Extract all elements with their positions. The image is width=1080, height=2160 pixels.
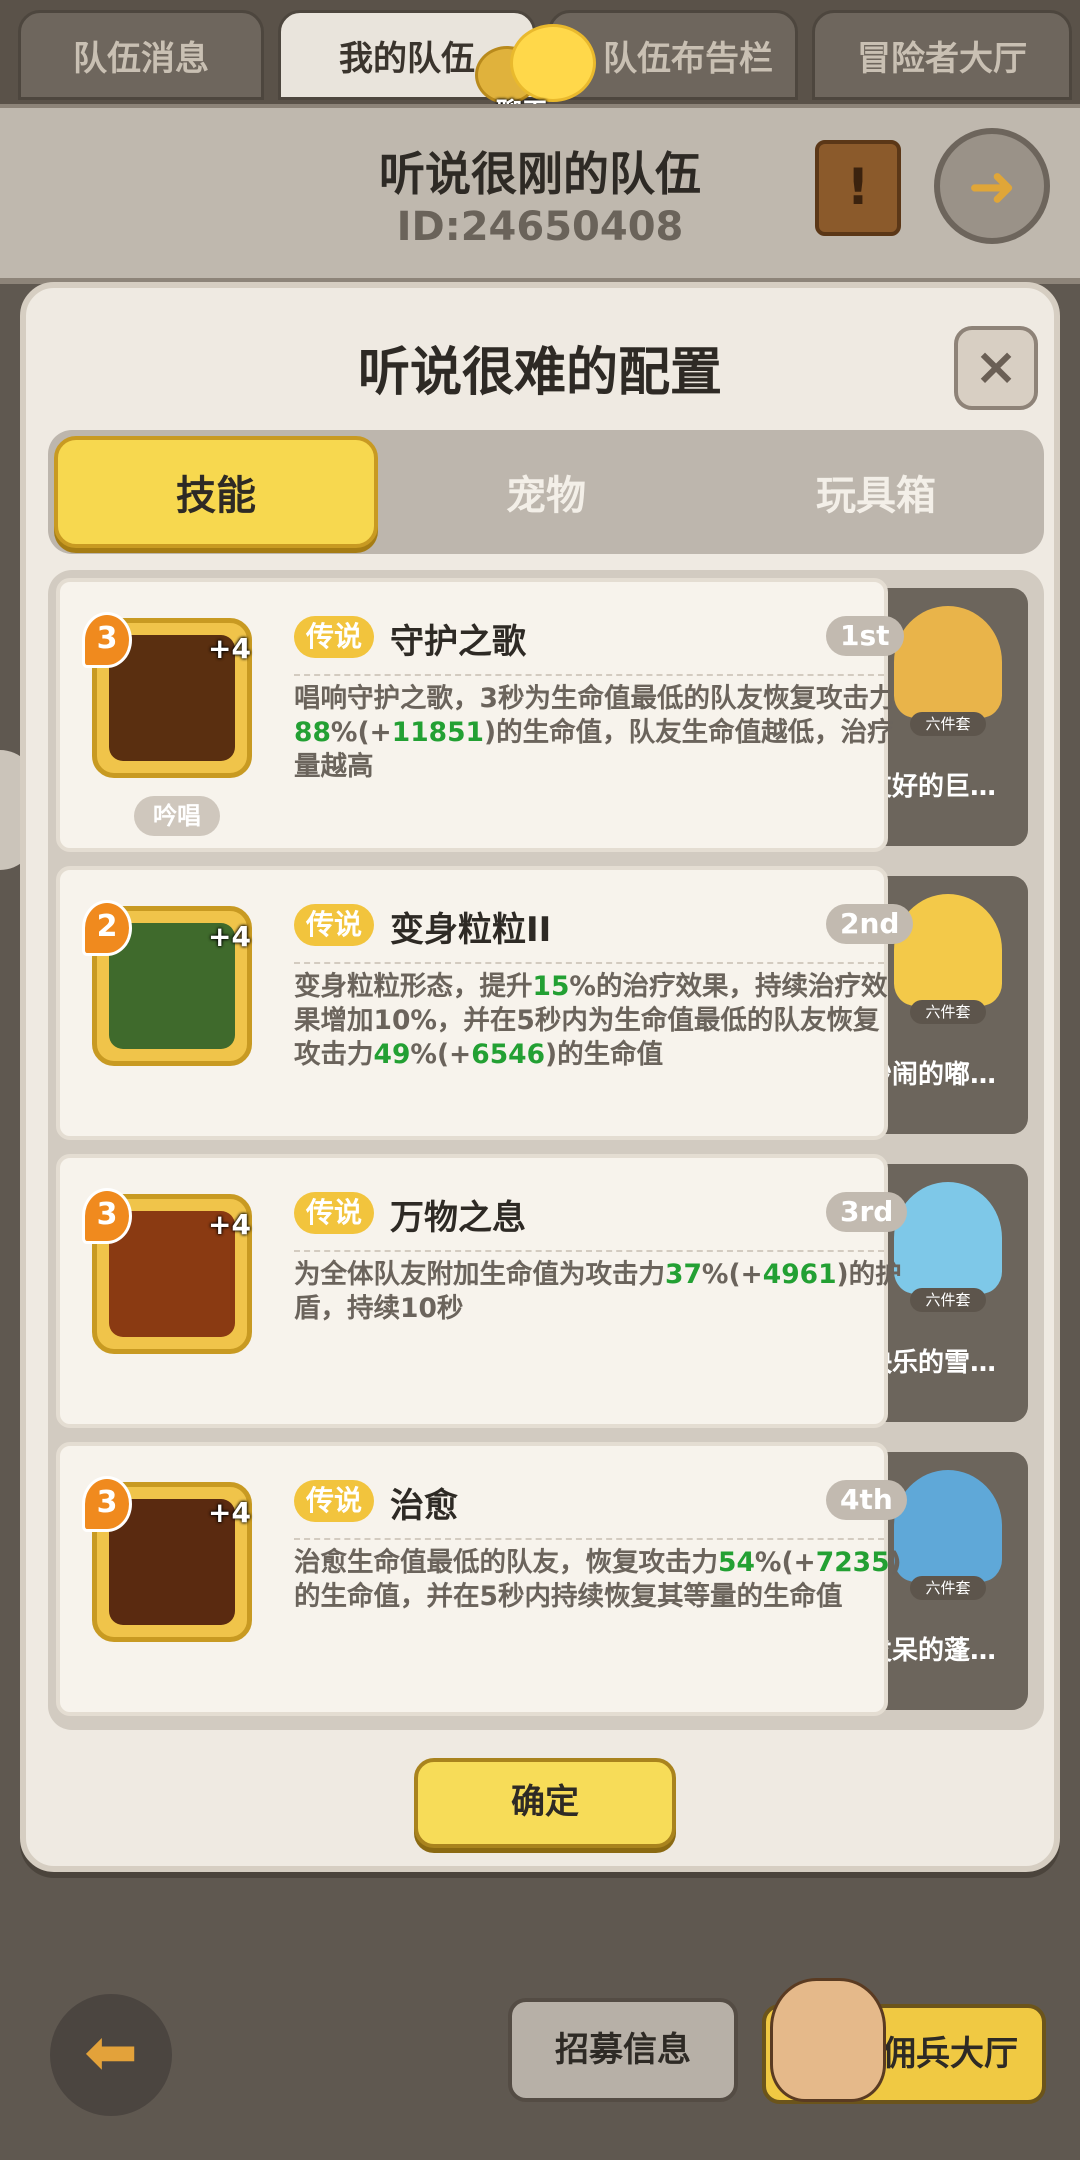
skill-list: 六件套 友好的巨… 3 +4 传说 守护之歌 1st 唱响守护之歌，3秒为生命值…	[48, 570, 1044, 1730]
skill-name: 守护之歌	[390, 622, 526, 662]
skill-description: 治愈生命值最低的队友，恢复攻击力54%(+7235)的生命值，并在5秒内持续恢复…	[294, 1547, 902, 1612]
tab-skills[interactable]: 技能	[54, 436, 378, 548]
skill-level-badge: 3	[82, 1476, 132, 1532]
skill-card: 3 +4 传说 万物之息 3rd 为全体队友附加生命值为攻击力37%(+4961…	[56, 1154, 908, 1428]
config-modal: 听说很难的配置 × 技能 宠物 玩具箱 六件套 友好的巨… 3 +4 传说 守护…	[20, 282, 1060, 1872]
rarity-tag: 传说	[294, 1480, 375, 1522]
skill-name: 万物之息	[390, 1198, 526, 1238]
set-badge: 六件套	[910, 1288, 986, 1312]
rank-badge: 4th	[826, 1480, 907, 1520]
rarity-tag: 传说	[294, 616, 375, 658]
skill-level-badge: 2	[82, 900, 132, 956]
skill-level-badge: 3	[82, 1188, 132, 1244]
skill-card: 3 +4 传说 治愈 4th 治愈生命值最低的队友，恢复攻击力54%(+7235…	[56, 1442, 907, 1716]
tab-adventurer-hall[interactable]: 冒险者大厅	[812, 10, 1072, 100]
back-arrow-icon[interactable]: ⬅	[50, 1994, 172, 2116]
skill-card: 3 +4 传说 守护之歌 1st 唱响守护之歌，3秒为生命值最低的队友恢复攻击力…	[56, 578, 904, 852]
mercenary-avatar	[770, 1978, 886, 2102]
exit-icon[interactable]: ➜	[934, 128, 1050, 244]
skill-bonus: +4	[208, 632, 251, 665]
skill-row[interactable]: 六件套 发呆的蓬… 3 +4 传说 治愈 4th 治愈生命值最低的队友，恢复攻击…	[48, 1434, 1044, 1716]
divider	[294, 1250, 884, 1252]
set-badge: 六件套	[910, 1000, 986, 1024]
divider	[294, 962, 884, 964]
tab-team-messages[interactable]: 队伍消息	[18, 10, 264, 100]
tab-toybox[interactable]: 玩具箱	[714, 436, 1038, 548]
divider	[294, 674, 884, 676]
scroll-icon[interactable]: !	[815, 140, 901, 236]
team-name: 听说很刚的队伍	[379, 147, 701, 201]
skill-row[interactable]: 六件套 快乐的雪… 3 +4 传说 万物之息 3rd 为全体队友附加生命值为攻击…	[48, 1146, 1044, 1428]
skill-bonus: +4	[208, 920, 251, 953]
team-id: ID:24650408	[396, 204, 684, 250]
pet-avatar	[894, 1470, 1002, 1582]
skill-card: 2 +4 传说 变身粒粒II 2nd 变身粒粒形态，提升15%的治疗效果，持续治…	[56, 866, 914, 1140]
rank-badge: 1st	[826, 616, 904, 656]
pet-name: 快乐的雪…	[866, 1348, 997, 1378]
modal-title: 听说很难的配置	[357, 343, 722, 403]
rank-badge: 2nd	[826, 904, 914, 944]
segment-control: 技能 宠物 玩具箱	[48, 430, 1044, 554]
skill-level-badge: 3	[82, 612, 132, 668]
skill-bonus: +4	[208, 1208, 251, 1241]
close-icon[interactable]: ×	[954, 326, 1038, 410]
skill-bonus: +4	[208, 1496, 251, 1529]
set-badge: 六件套	[910, 712, 986, 736]
chant-tag: 吟唱	[134, 796, 220, 836]
pet-avatar	[894, 606, 1002, 718]
pet-name: 发呆的蓬…	[866, 1636, 997, 1666]
rank-badge: 3rd	[826, 1192, 908, 1232]
rarity-tag: 传说	[294, 1192, 375, 1234]
pet-avatar	[894, 894, 1002, 1006]
rarity-tag: 传说	[294, 904, 375, 946]
skill-description: 变身粒粒形态，提升15%的治疗效果，持续治疗效果增加10%，并在5秒内为生命值最…	[294, 971, 888, 1070]
team-header: 听说很刚的队伍 ID:24650408	[0, 104, 1080, 284]
tab-pets[interactable]: 宠物	[384, 436, 708, 548]
pet-avatar	[894, 1182, 1002, 1294]
skill-name: 治愈	[390, 1486, 458, 1526]
skill-description: 唱响守护之歌，3秒为生命值最低的队友恢复攻击力88%(+11851)的生命值，队…	[294, 683, 896, 782]
set-badge: 六件套	[910, 1576, 986, 1600]
skill-name: 变身粒粒II	[390, 910, 552, 950]
recruit-info-button[interactable]: 招募信息	[508, 1998, 738, 2102]
skill-row[interactable]: 六件套 吵闹的嘟… 2 +4 传说 变身粒粒II 2nd 变身粒粒形态，提升15…	[48, 858, 1044, 1140]
divider	[294, 1538, 884, 1540]
confirm-button[interactable]: 确定	[414, 1758, 676, 1848]
skill-row[interactable]: 六件套 友好的巨… 3 +4 传说 守护之歌 1st 唱响守护之歌，3秒为生命值…	[48, 570, 1044, 852]
skill-description: 为全体队友附加生命值为攻击力37%(+4961)的护盾，持续10秒	[294, 1259, 902, 1324]
chat-face-icon	[510, 24, 596, 102]
